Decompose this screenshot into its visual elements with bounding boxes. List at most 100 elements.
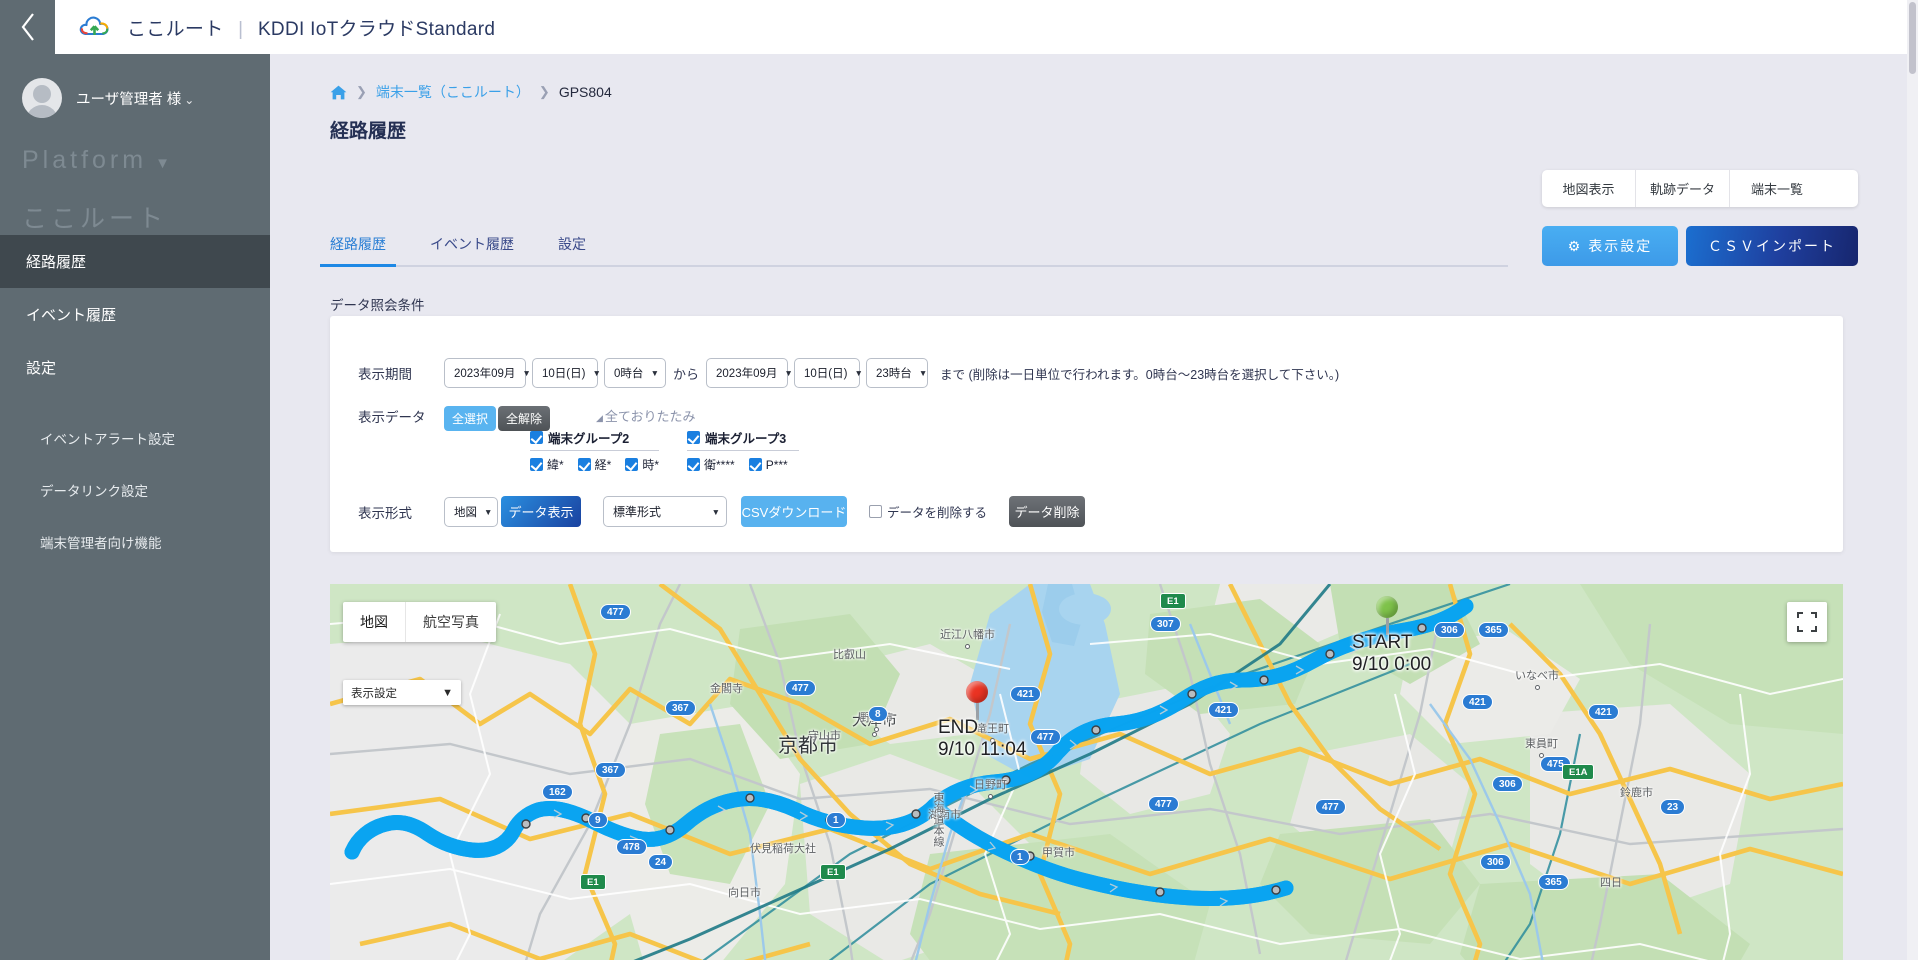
group-item[interactable]: 緯*	[530, 456, 564, 473]
fullscreen-icon	[1797, 612, 1817, 632]
segment-device-list[interactable]: 端末一覧	[1730, 170, 1824, 207]
brand-name: ここルート	[127, 18, 224, 40]
caret-down-icon: ▼	[155, 155, 174, 172]
delete-data-button[interactable]: データ削除	[1009, 496, 1086, 527]
group-items: 衛**** P***	[687, 451, 799, 473]
csv-format-select[interactable]: 標準形式 ▼	[603, 496, 727, 527]
segment-track-data[interactable]: 軌跡データ	[1636, 170, 1730, 207]
segment-map-view[interactable]: 地図表示	[1542, 170, 1636, 207]
sidebar-item-route-history[interactable]: 経路履歴	[0, 235, 270, 288]
header-actions: 地図表示 軌跡データ 端末一覧 ⚙ 表示設定 ＣＳＶインポート	[1542, 170, 1858, 266]
map-type-satellite[interactable]: 航空写真	[406, 602, 496, 642]
map-canvas[interactable]: 京都市 大津市 比叡山 金閣寺 守山市 野洲市 近江八幡市 竜王町 湖南市 日野…	[330, 584, 1843, 960]
group-header: 端末グループ3	[687, 428, 800, 451]
home-icon[interactable]	[330, 85, 347, 100]
group-item[interactable]: 経*	[577, 456, 611, 473]
map-basemap	[330, 584, 1843, 960]
to-hour-select[interactable]: 23時台 ▼	[866, 358, 929, 388]
caret-down-icon: ▼	[442, 686, 453, 699]
view-mode-segmented-control: 地図表示 軌跡データ 端末一覧	[1542, 170, 1858, 207]
format-row: 表示形式 地図 ▼ データ表示 標準形式 ▼ CSVダウンロード データを削除する …	[358, 496, 1086, 527]
breadcrumb: ❯ 端末一覧（ここルート） ❯ GPS804	[270, 54, 1908, 102]
delete-data-checkbox-wrap[interactable]: データを削除する	[869, 502, 987, 521]
delete-data-checkbox[interactable]	[869, 505, 882, 518]
display-data-label: 表示データ	[358, 410, 426, 425]
breadcrumb-item-current: GPS804	[558, 84, 612, 100]
group-header: 端末グループ2	[530, 428, 660, 451]
csv-download-button[interactable]: CSVダウンロード	[741, 496, 847, 527]
tab-route-history[interactable]: 経路履歴	[320, 234, 396, 267]
tab-bar: 経路履歴 イベント履歴 設定	[320, 234, 1508, 267]
product-name: KDDI IoTクラウドStandard	[257, 18, 496, 40]
back-button[interactable]	[0, 0, 55, 54]
sidebar-item-event-history[interactable]: イベント履歴	[0, 288, 270, 341]
from-day-select[interactable]: 10日(日) ▼	[532, 358, 601, 388]
vertical-scrollbar[interactable]	[1907, 0, 1918, 960]
brand-title: ここルート | KDDI IoTクラウドStandard	[127, 14, 495, 41]
brand: ここルート | KDDI IoTクラウドStandard	[55, 13, 495, 41]
select-all-button[interactable]: 全選択	[444, 406, 496, 431]
caret-down-icon: ▼	[592, 368, 601, 378]
scrollbar-thumb[interactable]	[1909, 2, 1916, 74]
caret-down-icon: ▼	[711, 506, 720, 517]
breadcrumb-separator-2: ❯	[538, 84, 550, 99]
device-group-3: 端末グループ3 衛**** P***	[687, 428, 800, 473]
view-type-select[interactable]: 地図 ▼	[444, 496, 498, 527]
user-menu[interactable]: ユーザ管理者 様 ⌄	[0, 54, 270, 118]
group-item[interactable]: 衛****	[687, 456, 735, 473]
breadcrumb-item-device-list[interactable]: 端末一覧（ここルート）	[376, 82, 530, 102]
group-items: 緯* 経* 時*	[530, 451, 659, 473]
period-row: 表示期間 2023年09月 ▼ 10日(日) ▼ 0時台 ▼ から 2023年09月 ▼…	[358, 358, 1339, 388]
caret-down-icon: ▼	[650, 368, 659, 378]
collapse-all-link[interactable]: ◢ 全ておりたたみ	[596, 406, 696, 425]
conditions-section-label: データ照会条件	[330, 298, 425, 313]
caret-down-icon: ▼	[918, 368, 928, 378]
sidebar-item-device-admin-features[interactable]: 端末管理者向け機能	[0, 516, 270, 568]
sidebar-item-data-link-settings[interactable]: データリンク設定	[0, 464, 270, 516]
to-day-select[interactable]: 10日(日) ▼	[794, 358, 863, 388]
sidebar-divider-space	[0, 394, 270, 412]
item-checkbox[interactable]	[577, 458, 591, 471]
conditions-panel: 表示期間 2023年09月 ▼ 10日(日) ▼ 0時台 ▼ から 2023年09月 ▼…	[330, 316, 1843, 552]
display-settings-button[interactable]: ⚙ 表示設定	[1542, 226, 1678, 266]
group-item[interactable]: 時*	[625, 456, 659, 473]
period-conjunction: から	[673, 366, 700, 382]
caret-down-icon: ▼	[484, 506, 493, 517]
device-groups: 端末グループ2 緯* 経* 時* 端末グループ3 衛**** P***	[530, 428, 827, 473]
sidebar-item-event-alert-settings[interactable]: イベントアラート設定	[0, 412, 270, 464]
format-label: 表示形式	[358, 505, 412, 521]
map-display-settings-select[interactable]: 表示設定 ▼	[343, 680, 461, 705]
chevron-down-icon: ⌄	[184, 92, 195, 107]
map-type-toggle: 地図 航空写真	[343, 602, 496, 642]
from-hour-select[interactable]: 0時台 ▼	[604, 358, 666, 388]
group-checkbox[interactable]	[687, 431, 701, 444]
map-fullscreen-button[interactable]	[1787, 602, 1827, 642]
caret-down-icon: ▼	[522, 368, 531, 378]
item-checkbox[interactable]	[530, 458, 543, 471]
period-note: (削除は一日単位で行われます。0時台〜23時台を選択して下さい。)	[968, 367, 1340, 382]
triangle-icon: ◢	[596, 413, 603, 423]
page-title: 経路履歴	[330, 121, 407, 142]
item-checkbox[interactable]	[625, 458, 639, 471]
sidebar-group-platform[interactable]: Platform ▼	[0, 118, 270, 175]
tab-settings[interactable]: 設定	[558, 234, 586, 265]
item-checkbox[interactable]	[748, 458, 762, 471]
gear-icon: ⚙	[1567, 237, 1581, 254]
show-data-button[interactable]: データ表示	[501, 496, 581, 527]
sidebar: ユーザ管理者 様 ⌄ Platform ▼ ここルート 経路履歴 イベント履歴 設定…	[0, 54, 270, 960]
main-content: ❯ 端末一覧（ここルート） ❯ GPS804 経路履歴 地図表示 軌跡データ 端…	[270, 54, 1908, 960]
csv-import-button[interactable]: ＣＳＶインポート	[1686, 226, 1858, 266]
group-checkbox[interactable]	[530, 431, 543, 444]
map-type-map[interactable]: 地図	[343, 602, 406, 642]
user-avatar-icon	[22, 78, 62, 118]
tab-event-history[interactable]: イベント履歴	[430, 234, 514, 265]
from-year-month-select[interactable]: 2023年09月 ▼	[444, 358, 531, 388]
group-item[interactable]: P***	[748, 456, 788, 473]
item-checkbox[interactable]	[687, 458, 701, 471]
caret-down-icon: ▼	[784, 368, 793, 378]
primary-actions: ⚙ 表示設定 ＣＳＶインポート	[1542, 226, 1858, 266]
chevron-left-icon	[21, 13, 34, 41]
user-name: ユーザ管理者 様 ⌄	[76, 91, 195, 108]
to-year-month-select[interactable]: 2023年09月 ▼	[706, 358, 793, 388]
sidebar-item-settings[interactable]: 設定	[0, 341, 270, 394]
